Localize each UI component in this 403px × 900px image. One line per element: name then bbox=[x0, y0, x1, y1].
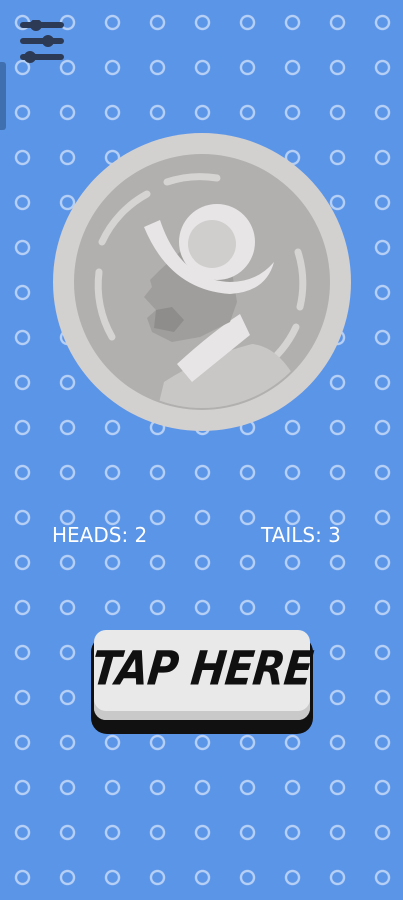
tails-score: TAILS: 3 bbox=[261, 523, 341, 547]
settings-button[interactable] bbox=[18, 20, 66, 64]
heads-score: HEADS: 2 bbox=[52, 523, 148, 547]
sliders-icon bbox=[18, 20, 66, 64]
tap-here-label: TAP HERE bbox=[89, 641, 315, 696]
app-screen: HEADS: 2 TAILS: 3 TAP HERE bbox=[0, 0, 403, 900]
coin-profile-portrait-icon bbox=[52, 132, 352, 432]
coin[interactable] bbox=[52, 132, 352, 432]
tap-here-button[interactable]: TAP HERE bbox=[89, 630, 315, 736]
side-drawer-handle[interactable] bbox=[0, 62, 6, 130]
